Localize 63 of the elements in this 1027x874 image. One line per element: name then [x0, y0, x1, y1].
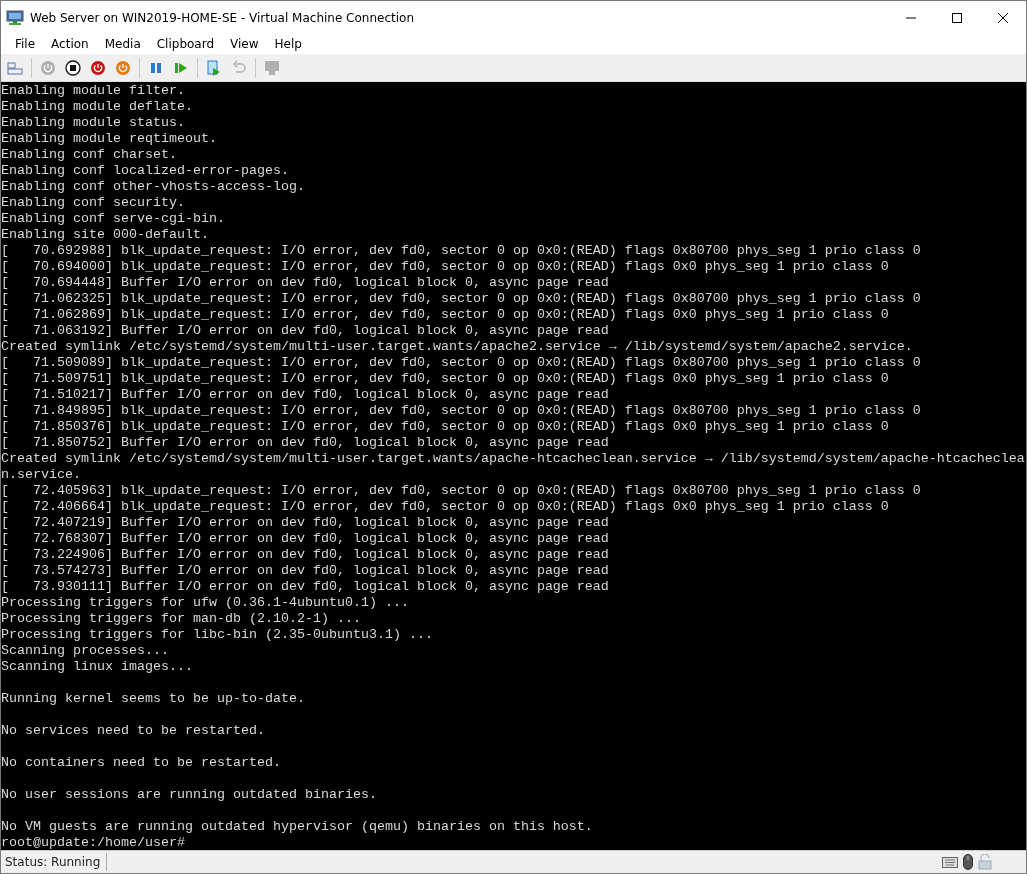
keyboard-icon	[942, 856, 958, 868]
menu-item[interactable]: View	[222, 35, 267, 53]
console-line: [ 71.063192] Buffer I/O error on dev fd0, logical block 0, async page read	[1, 323, 609, 339]
console-line: [ 71.509751] blk_update_request: I/O error, dev fd0, sector 0 op 0x0:(READ) flags 0x0 phys_seg 1 prio class 0	[1, 371, 889, 387]
monitor-icon	[6, 9, 24, 26]
computer-icon	[263, 58, 281, 77]
console-line: [ 73.224906] Buffer I/O error on dev fd0, logical block 0, async page read	[1, 547, 609, 563]
console-line: Processing triggers for libc-bin (2.35-0ubuntu3.1) ...	[1, 627, 433, 643]
console-line: Enabling conf localized-error-pages.	[1, 163, 289, 179]
console-line: [ 70.692988] blk_update_request: I/O error, dev fd0, sector 0 op 0x0:(READ) flags 0x80700 phys_seg 1 prio class 0	[1, 243, 921, 259]
shell-prompt: root@update:/home/user#	[1, 835, 185, 850]
console-line: No services need to be restarted.	[1, 723, 265, 739]
console-line: [ 73.930111] Buffer I/O error on dev fd0, logical block 0, async page read	[1, 579, 609, 595]
power-icon	[114, 58, 132, 77]
console-line: [ 72.768307] Buffer I/O error on dev fd0, logical block 0, async page read	[1, 531, 609, 547]
console-line: [ 72.405963] blk_update_request: I/O error, dev fd0, sector 0 op 0x0:(READ) flags 0x80700 phys_seg 1 prio class 0	[1, 483, 921, 499]
console-line: [ 73.574273] Buffer I/O error on dev fd0, logical block 0, async page read	[1, 563, 609, 579]
menu-item[interactable]: Action	[43, 35, 97, 53]
menu-item[interactable]: Media	[96, 35, 149, 53]
console-line: [ 71.849895] blk_update_request: I/O error, dev fd0, sector 0 op 0x0:(READ) flags 0x80700 phys_seg 1 prio class 0	[1, 403, 921, 419]
console-line: Enabling module filter.	[1, 83, 185, 99]
console-line: No containers need to be restarted.	[1, 755, 281, 771]
window-title: Web Server on WIN2019-HOME-SE - Virtual Machine Connection	[30, 9, 415, 27]
console-screen[interactable]	[1, 82, 1026, 850]
console-line: Enabling conf charset.	[1, 147, 177, 163]
console-line: Scanning processes...	[1, 643, 169, 659]
console-line: Processing triggers for man-db (2.10.2-1) ...	[1, 611, 361, 627]
console-line: n.service.	[1, 467, 81, 483]
console-line: No VM guests are running outdated hypervisor (qemu) binaries on this host.	[1, 819, 593, 835]
console-line: [ 70.694448] Buffer I/O error on dev fd0, logical block 0, async page read	[1, 275, 609, 291]
close-icon	[998, 12, 1008, 23]
menu-item[interactable]: Clipboard	[148, 35, 223, 53]
console-line: No user sessions are running outdated binaries.	[1, 787, 377, 803]
stop-icon	[64, 58, 82, 77]
console-line: Running kernel seems to be up-to-date.	[1, 691, 305, 707]
console-line: [ 72.406664] blk_update_request: I/O error, dev fd0, sector 0 op 0x0:(READ) flags 0x0 phys_seg 1 prio class 0	[1, 499, 889, 515]
console-line: Scanning linux images...	[1, 659, 193, 675]
console-line: [ 72.407219] Buffer I/O error on dev fd0, logical block 0, async page read	[1, 515, 609, 531]
lock-icon	[978, 854, 992, 870]
status-text: Status: Running	[5, 853, 108, 871]
menu-item[interactable]: Help	[266, 35, 310, 53]
console-line: [ 71.062869] blk_update_request: I/O error, dev fd0, sector 0 op 0x0:(READ) flags 0x0 phys_seg 1 prio class 0	[1, 307, 889, 323]
console-line: Created symlink /etc/systemd/system/multi-user.target.wants/apache2.service → /lib/systemd/system/apache2.service.	[1, 339, 913, 355]
console-line: [ 71.510217] Buffer I/O error on dev fd0, logical block 0, async page read	[1, 387, 609, 403]
console-line: Enabling conf serve-cgi-bin.	[1, 211, 225, 227]
power-icon	[39, 58, 57, 77]
mouse-icon	[963, 854, 973, 870]
console-line: Enabling conf security.	[1, 195, 185, 211]
console-line: Processing triggers for ufw (0.36.1-4ubuntu0.1) ...	[1, 595, 409, 611]
console-line: Enabling module reqtimeout.	[1, 131, 217, 147]
console-line: [ 71.850752] Buffer I/O error on dev fd0, logical block 0, async page read	[1, 435, 609, 451]
console-line: [ 71.062325] blk_update_request: I/O error, dev fd0, sector 0 op 0x0:(READ) flags 0x80700 phys_seg 1 prio class 0	[1, 291, 921, 307]
power-icon	[89, 58, 107, 77]
console-line: [ 71.509089] blk_update_request: I/O error, dev fd0, sector 0 op 0x0:(READ) flags 0x80700 phys_seg 1 prio class 0	[1, 355, 921, 371]
menu-item[interactable]: File	[7, 35, 44, 53]
console-line: Enabling conf other-vhosts-access-log.	[1, 179, 305, 195]
maximize-icon	[952, 12, 962, 23]
console-line: Enabling site 000-default.	[1, 227, 209, 243]
console-line: Enabling module deflate.	[1, 99, 193, 115]
console-line: [ 70.694000] blk_update_request: I/O error, dev fd0, sector 0 op 0x0:(READ) flags 0x0 phys_seg 1 prio class 0	[1, 259, 889, 275]
console-line: Enabling module status.	[1, 115, 185, 131]
console-line: Created symlink /etc/systemd/system/multi-user.target.wants/apache-htcacheclean.service → /lib/systemd/system/apache-htcacheclea	[1, 451, 1025, 467]
console-line: [ 71.850376] blk_update_request: I/O error, dev fd0, sector 0 op 0x0:(READ) flags 0x0 phys_seg 1 prio class 0	[1, 419, 889, 435]
